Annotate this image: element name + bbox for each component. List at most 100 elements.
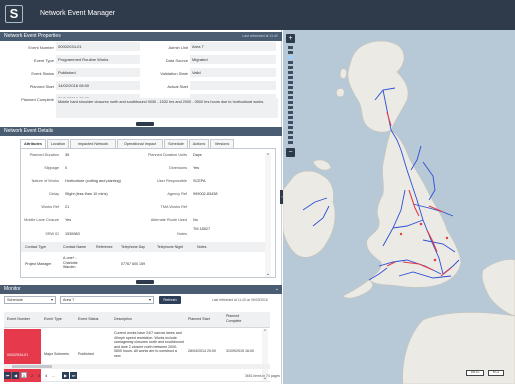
event-type-field[interactable]: Programmed Routine Works [56,55,140,64]
admin-unit-field[interactable]: Area 7 [190,42,276,51]
zoom-level-9[interactable] [288,91,293,94]
chevron-down-icon: ▾ [148,297,151,302]
contacts-table-row[interactable]: Project Manager A-one+ - Charlotte Warde… [21,253,265,277]
col-event-type[interactable]: Event Type [44,312,62,328]
map-canvas [283,40,515,384]
slippage-value: 0 [65,166,68,170]
tab-versions[interactable]: Versions [210,139,234,148]
zoom-out-icon[interactable]: − [286,148,295,157]
details-scrollbar[interactable]: ⌃ ⌄ [265,153,271,277]
page-1[interactable]: 1 [21,372,27,378]
first-page-icon[interactable]: ⏮ [4,372,11,379]
col-planned-start[interactable]: Planned Start [188,312,210,328]
app-title: Network Event Manager [40,10,116,17]
view-select[interactable]: Schedule ▾ [4,296,56,304]
tab-actions[interactable]: Actions [189,139,209,148]
description-field[interactable]: Mobile hard shoulder closures north and … [56,98,278,118]
zoom-level-12[interactable] [288,106,293,109]
tab-operational-impact[interactable]: Operational Impact [117,139,163,148]
contact-col-type: Contact Type [25,245,47,249]
tma-works-ref-label: TMA Works Ref [160,205,187,209]
zoom-level-4[interactable] [288,66,293,69]
col-event-number[interactable]: Event Number [7,312,30,328]
next-page-icon[interactable]: ▶ [62,372,69,379]
zoom-level-6[interactable] [288,76,293,79]
planned-duration-value: 35 [65,153,70,157]
scale-km: 100 km [466,370,484,376]
actual-start-field[interactable] [190,81,276,90]
zoom-level-13[interactable] [288,111,293,114]
data-source-field[interactable]: Migrated [190,55,276,64]
page-3[interactable]: 3 [38,373,40,378]
planned-start-label: Planned Start [29,84,54,89]
zoom-level-8[interactable] [288,86,293,89]
event-type-label: Event Type [34,58,54,63]
event-number-field[interactable]: 00002034-01 [56,42,140,51]
contacts-table-header: Contact Type Contact Name Reference Tele… [21,242,265,252]
details-header: Network Event Details [0,127,282,136]
tab-impacted-network[interactable]: Impacted Network [70,139,116,148]
zoom-level-10[interactable] [288,96,293,99]
validation-state-field[interactable]: Valid [190,68,276,77]
col-planned-complete[interactable]: Planned Complete [226,312,252,328]
properties-title: Network Event Properties [4,33,61,39]
contact-type: Project Manager [25,262,52,266]
page-2[interactable]: 2 [31,373,33,378]
chevron-up-icon[interactable]: ⌃ [262,329,268,335]
actual-start-label: Actual Start [167,84,188,89]
last-page-icon[interactable]: ⏭ [70,372,77,379]
tab-location[interactable]: Location [47,139,69,148]
contact-tel-day: 07767 600 159 [121,262,145,266]
zoom-level-1[interactable] [288,51,293,54]
properties-resize-grip[interactable] [136,122,154,126]
zoom-level-15[interactable] [288,121,293,124]
contact-col-reference: Reference [96,245,113,249]
view-select-value: Schedule [7,298,23,302]
planned-duration-units-label: Planned Duration Units [147,153,187,157]
zoom-level-14[interactable] [288,116,293,119]
chevron-down-icon[interactable]: ⌄ [275,285,279,294]
area-select[interactable]: Area 7 ▾ [60,296,154,304]
tab-attributes[interactable]: Attributes [20,139,46,148]
validation-state-label: Validation State [160,71,188,76]
row-planned-start: 28/04/2014 20:00 [188,349,216,353]
left-panel: Network Event Properties Last refreshed … [0,30,282,384]
zoom-level-7[interactable] [288,81,293,84]
prev-page-icon[interactable]: ◀ [12,372,19,379]
contact-col-tel-day: Telephone Day [121,245,145,249]
planned-start-field[interactable]: 14/02/2016 08:00 [56,81,140,90]
agency-ref-value: 999002-83438 [193,192,218,196]
monitor-hscrollbar[interactable] [4,364,270,369]
zoom-level-19[interactable] [288,141,293,144]
nature-of-works-value: Horticulture (cutting and planting) [65,179,121,183]
app-titlebar: S Network Event Manager [0,0,515,30]
map-view[interactable] [283,30,515,384]
pager-info: 3651 items in 74 pages [244,374,280,378]
chevron-up-icon[interactable]: ⌃ [265,153,271,159]
zoom-level-11[interactable] [288,101,293,104]
zoom-level-18[interactable] [288,136,293,139]
zoom-level-17[interactable] [288,131,293,134]
zoom-in-icon[interactable]: + [286,34,295,43]
tab-schedule[interactable]: Schedule [164,139,188,148]
col-event-status[interactable]: Event Status [78,312,98,328]
planned-duration-label: Planned Duration [29,153,59,157]
details-resize-grip[interactable] [136,280,154,284]
zoom-level-3[interactable] [288,61,293,64]
properties-header: Network Event Properties Last refreshed … [0,32,282,41]
zoom-level-2[interactable] [288,56,293,59]
page-4[interactable]: 4 [45,373,47,378]
event-status-field[interactable]: Published [56,68,140,77]
chevron-down-icon[interactable]: ⌄ [265,271,271,277]
zoom-level-0[interactable] [288,46,293,49]
zoom-level-16[interactable] [288,126,293,129]
event-status-label: Event Status [31,71,54,76]
contact-name: A-one+ - Charlotte Warden [63,256,78,269]
admin-unit-label: Admin Unit [168,45,188,50]
page-more[interactable]: ... [52,373,55,378]
zoom-level-5[interactable] [288,71,293,74]
hscroll-thumb[interactable] [12,365,52,368]
refresh-button[interactable]: Refresh [159,296,181,304]
delay-value: Slight (less than 10 mins) [65,192,108,196]
col-description[interactable]: Description [114,312,132,328]
